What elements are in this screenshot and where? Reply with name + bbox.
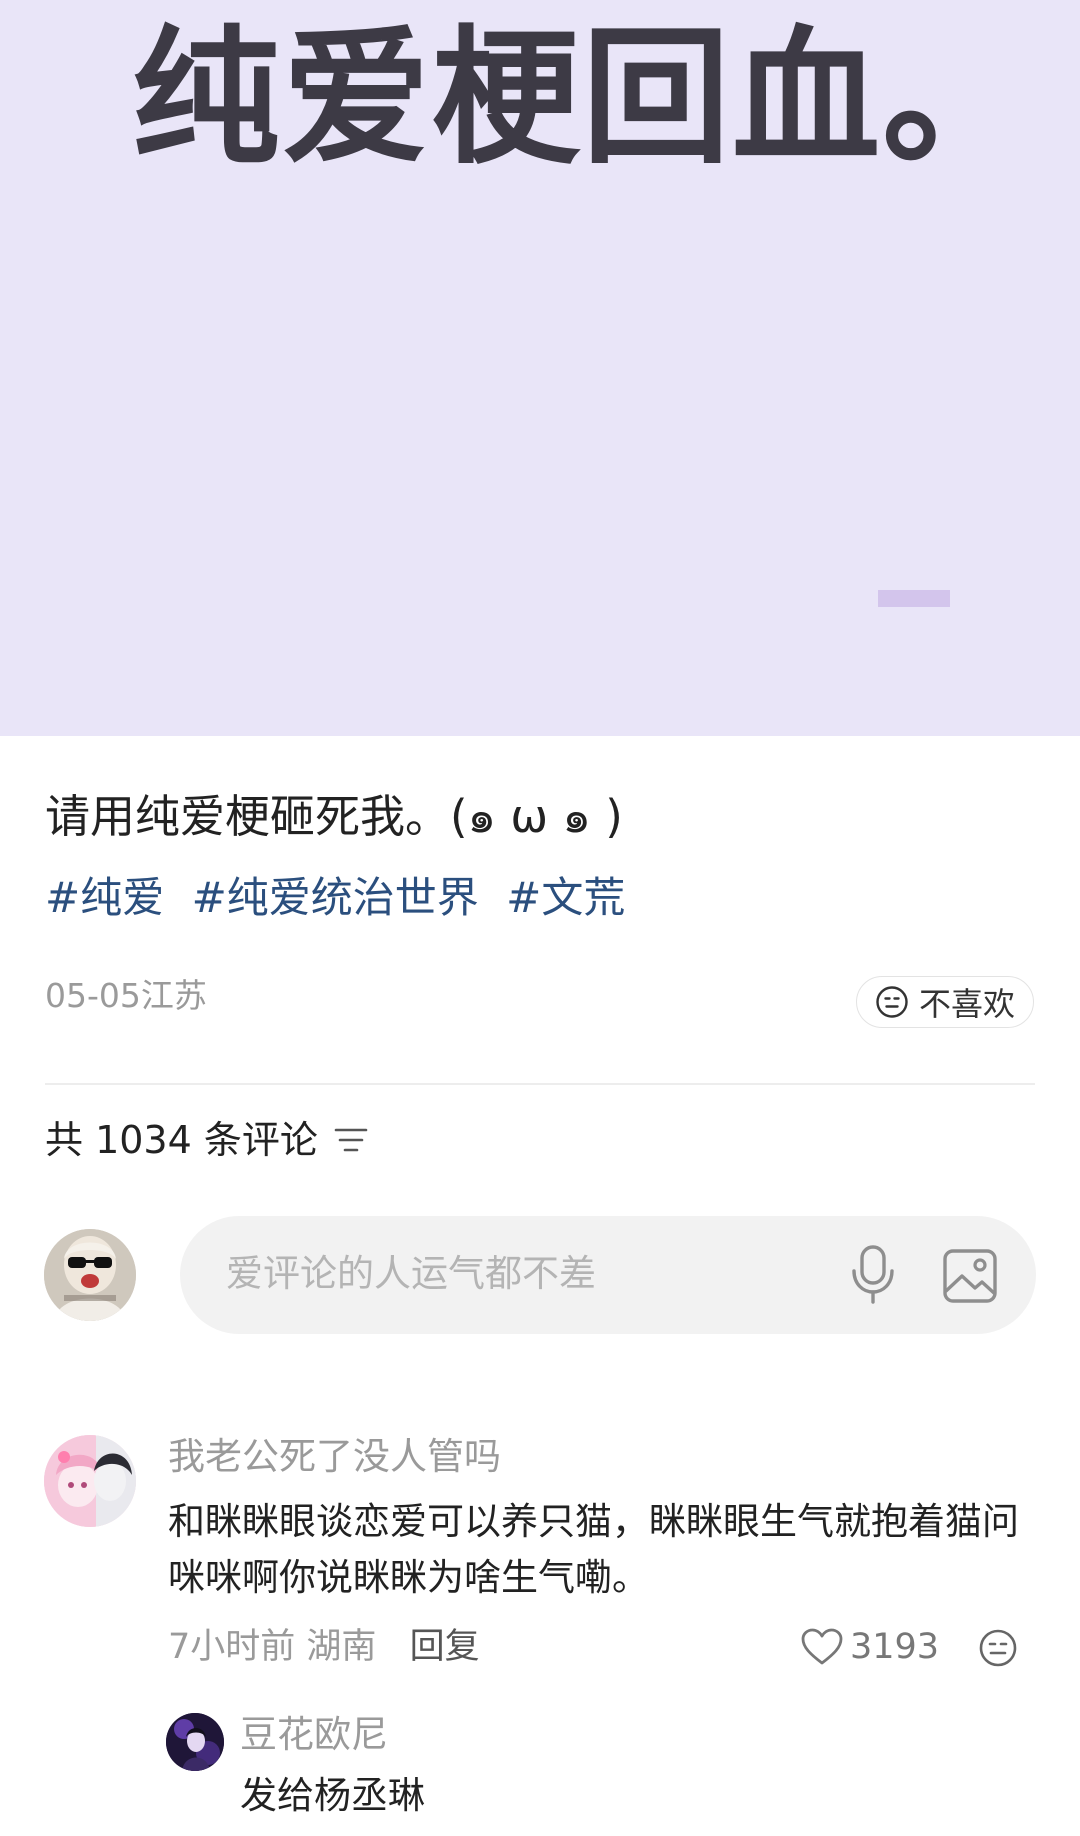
commenter-avatar[interactable] — [44, 1435, 136, 1527]
tag-link[interactable]: #纯爱统治世界 — [192, 873, 479, 922]
comment-count: 共 1034 条评论 — [45, 1118, 318, 1162]
comment-meta: 7小时前 湖南 回复 — [168, 1620, 480, 1674]
comment-count-header: 共 1034 条评论 — [45, 1112, 368, 1168]
like-count: 3193 — [850, 1627, 940, 1667]
heart-icon — [801, 1628, 843, 1665]
microphone-icon[interactable] — [848, 1244, 898, 1306]
tag-link[interactable]: #文荒 — [506, 873, 625, 922]
image-page-indicator — [878, 590, 950, 607]
reply-button[interactable]: 回复 — [410, 1627, 480, 1667]
replier-avatar[interactable] — [166, 1713, 224, 1771]
divider — [45, 1083, 1035, 1085]
post-tags: #纯爱 #纯爱统治世界 #文荒 — [45, 868, 639, 928]
comment-input[interactable]: 爱评论的人运气都不差 — [180, 1216, 1036, 1334]
current-user-avatar[interactable] — [44, 1229, 136, 1321]
neutral-face-icon — [876, 986, 908, 1018]
like-button[interactable]: 3193 — [800, 1622, 939, 1672]
comment-input-placeholder: 爱评论的人运气都不差 — [226, 1252, 596, 1295]
dislike-label: 不喜欢 — [918, 985, 1015, 1023]
commenter-name[interactable]: 我老公死了没人管吗 — [168, 1430, 501, 1484]
replier-name[interactable]: 豆花欧尼 — [240, 1708, 388, 1762]
dislike-button[interactable]: 不喜欢 — [856, 976, 1034, 1028]
post-date-location: 05-05江苏 — [45, 976, 207, 1015]
tag-link[interactable]: #纯爱 — [45, 873, 164, 922]
image-icon[interactable] — [942, 1248, 998, 1304]
comment-location: 湖南 — [306, 1627, 377, 1667]
comment-text: 和眯眯眼谈恋爱可以养只猫，眯眯眼生气就抱着猫问咪咪啊你说眯眯为啥生气嘞。 — [168, 1500, 1019, 1599]
reply-text: 发给杨丞琳 — [240, 1774, 425, 1817]
sort-icon[interactable] — [334, 1125, 368, 1155]
post-image-title: 纯爱梗回血。 — [132, 12, 1032, 184]
comment-time: 7小时前 — [168, 1627, 296, 1667]
neutral-face-icon[interactable] — [978, 1628, 1018, 1668]
post-image[interactable]: 纯爱梗回血。 — [0, 0, 1080, 736]
post-body: 请用纯爱梗砸死我。(๑ ω ๑ ) — [45, 790, 623, 843]
